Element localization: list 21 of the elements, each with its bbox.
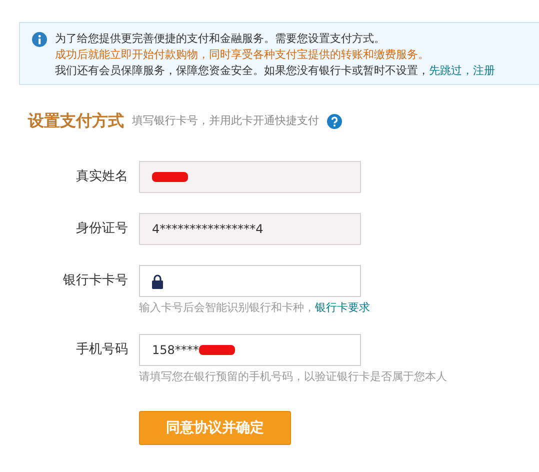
notice-link[interactable]: 先跳过 [429, 63, 462, 79]
help-icon[interactable] [327, 114, 342, 128]
notice-text: 我们还有会员保障服务，保障您资金安全。如果您没有银行卡或暂时不设置， [55, 63, 429, 79]
notice-link[interactable]: 注册 [473, 63, 495, 79]
field-value: 158**** [152, 342, 199, 358]
field-label: 真实姓名 [75, 168, 128, 186]
section-subtitle: 填写银行卡号，并用此卡开通快捷支付 [132, 112, 319, 129]
field-label: 手机号码 [75, 340, 128, 359]
hint-link[interactable]: 银行卡要求 [315, 300, 370, 316]
field-hint: 请填写您在银行预留的手机号码，以验证银行卡是否属于您本人 [139, 368, 447, 384]
field-label: 身份证号 [75, 220, 128, 238]
input-field[interactable] [139, 265, 361, 297]
section-title: 设置支付方式 [28, 110, 124, 132]
field-hint: 输入卡号后会智能识别银行和卡种， [139, 300, 315, 316]
field-label: 银行卡卡号 [62, 272, 128, 290]
field-value: 4****************4 [152, 221, 264, 238]
info-icon [32, 32, 47, 47]
notice-text: ， [462, 63, 473, 79]
input-field[interactable]: 158**** [139, 334, 361, 366]
notice-text: 成功后就能立即开始付款购物，同时享受各种支付宝提供的转账和缴费服务。 [55, 47, 429, 63]
notice-text: 为了给您提供更完善便捷的支付和金融服务。需要您设置支付方式。 [55, 31, 385, 47]
